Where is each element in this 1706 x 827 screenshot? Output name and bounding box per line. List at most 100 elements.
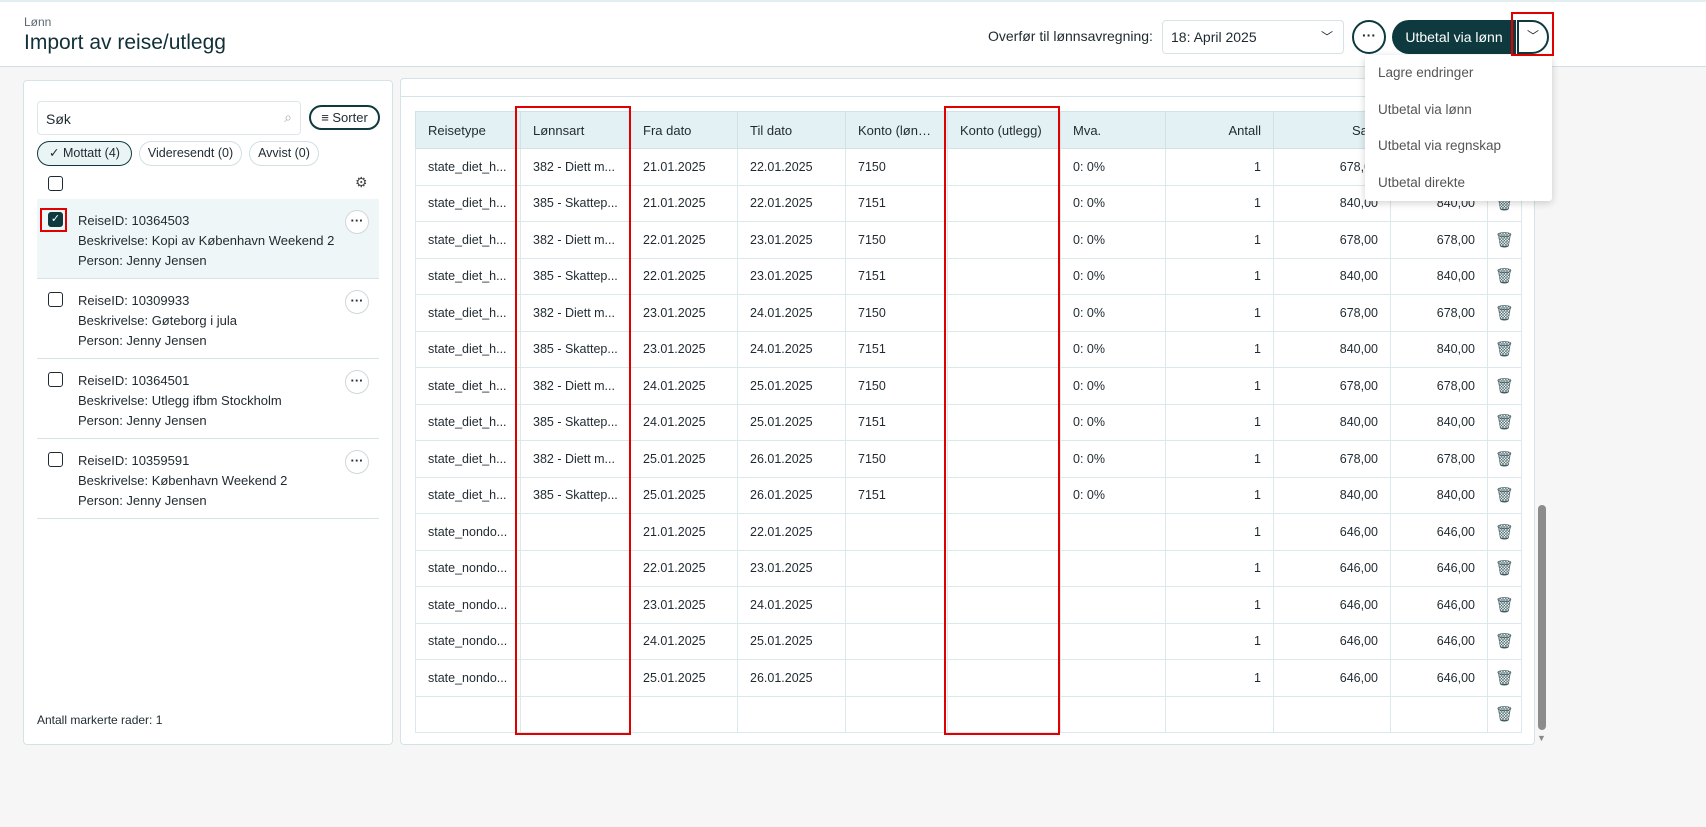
table-cell[interactable]: 23.01.2025 — [630, 294, 738, 332]
table-cell[interactable]: 840,00 — [1390, 330, 1488, 368]
table-cell[interactable]: 840,00 — [1273, 330, 1391, 368]
table-cell[interactable]: 1 — [1165, 586, 1274, 624]
table-cell[interactable] — [845, 513, 948, 551]
table-cell[interactable] — [1273, 695, 1391, 733]
table-cell[interactable]: 1 — [1165, 221, 1274, 259]
table-cell[interactable]: 26.01.2025 — [737, 476, 846, 514]
table-row[interactable]: state_nondo... 21.01.2025 22.01.2025 1 646,0… — [415, 513, 1522, 551]
table-cell[interactable]: 840,00 — [1390, 403, 1488, 441]
table-cell[interactable]: 1 — [1165, 257, 1274, 295]
table-cell[interactable]: state_nondo... — [415, 513, 521, 551]
table-cell[interactable]: 22.01.2025 — [737, 184, 846, 222]
table-cell[interactable]: 26.01.2025 — [737, 659, 846, 697]
table-cell[interactable]: 382 - Diett m... — [520, 367, 631, 405]
trash-icon[interactable]: 🗑 — [1487, 294, 1522, 332]
table-cell[interactable]: 25.01.2025 — [630, 476, 738, 514]
table-cell[interactable] — [947, 148, 1061, 186]
table-cell[interactable]: 646,00 — [1390, 586, 1488, 624]
table-cell[interactable] — [947, 513, 1061, 551]
list-item[interactable]: ✓ ReiseID: 10364503 Beskrivelse: Kopi av … — [37, 199, 379, 279]
table-cell[interactable]: state_diet_h... — [415, 476, 521, 514]
column-header[interactable]: Reisetype — [415, 111, 521, 149]
table-cell[interactable]: state_diet_h... — [415, 221, 521, 259]
table-cell[interactable]: 1 — [1165, 184, 1274, 222]
table-cell[interactable] — [1390, 695, 1488, 733]
table-cell[interactable] — [845, 695, 948, 733]
table-cell[interactable]: state_diet_h... — [415, 403, 521, 441]
table-cell[interactable]: 25.01.2025 — [737, 403, 846, 441]
table-cell[interactable]: 840,00 — [1273, 257, 1391, 295]
table-cell[interactable]: 0: 0% — [1060, 184, 1166, 222]
table-cell[interactable]: 7150 — [845, 440, 948, 478]
table-cell[interactable]: 23.01.2025 — [737, 549, 846, 587]
table-cell[interactable] — [947, 476, 1061, 514]
table-cell[interactable]: 646,00 — [1273, 549, 1391, 587]
item-more-button[interactable]: ··· — [345, 290, 369, 314]
trash-icon[interactable]: 🗑 — [1487, 549, 1522, 587]
trash-icon[interactable]: 🗑 — [1487, 257, 1522, 295]
table-cell[interactable]: state_nondo... — [415, 659, 521, 697]
table-cell[interactable]: 678,00 — [1390, 440, 1488, 478]
table-cell[interactable]: 385 - Skattep... — [520, 476, 631, 514]
table-row[interactable]: state_diet_h... 382 - Diett m... 24.01.202… — [415, 367, 1522, 405]
trash-icon[interactable]: 🗑 — [1487, 221, 1522, 259]
menu-item[interactable]: Utbetal direkte — [1365, 165, 1552, 202]
table-cell[interactable] — [520, 695, 631, 733]
table-cell[interactable] — [1165, 695, 1274, 733]
list-item[interactable]: ReiseID: 10364501 Beskrivelse: Utlegg ifb… — [37, 359, 379, 439]
split-dropdown-toggle[interactable]: ﹀ — [1517, 20, 1549, 54]
table-cell[interactable]: 382 - Diett m... — [520, 440, 631, 478]
table-cell[interactable]: 382 - Diett m... — [520, 294, 631, 332]
table-cell[interactable]: 23.01.2025 — [737, 257, 846, 295]
row-checkbox[interactable] — [48, 292, 63, 307]
table-cell[interactable]: 646,00 — [1273, 622, 1391, 660]
column-header[interactable]: Fra dato — [630, 111, 738, 149]
filter-rejected[interactable]: Avvist (0) — [249, 141, 319, 166]
table-row[interactable]: state_diet_h... 382 - Diett m... 25.01.202… — [415, 440, 1522, 478]
item-more-button[interactable]: ··· — [345, 450, 369, 474]
table-cell[interactable]: 7151 — [845, 257, 948, 295]
table-cell[interactable]: 1 — [1165, 440, 1274, 478]
trash-icon[interactable]: 🗑 — [1487, 513, 1522, 551]
column-header[interactable]: Antall — [1165, 111, 1274, 149]
table-cell[interactable]: 1 — [1165, 476, 1274, 514]
table-cell[interactable]: state_diet_h... — [415, 367, 521, 405]
table-cell[interactable]: 7150 — [845, 294, 948, 332]
table-cell[interactable]: 646,00 — [1273, 586, 1391, 624]
table-cell[interactable]: 24.01.2025 — [737, 586, 846, 624]
table-cell[interactable]: 22.01.2025 — [737, 148, 846, 186]
table-row[interactable]: state_diet_h... 385 - Skattep... 24.01.202… — [415, 403, 1522, 441]
table-row[interactable]: state_diet_h... 385 - Skattep... 25.01.202… — [415, 476, 1522, 514]
table-cell[interactable]: 22.01.2025 — [630, 549, 738, 587]
menu-item[interactable]: Utbetal via lønn — [1365, 92, 1552, 129]
table-cell[interactable]: 1 — [1165, 659, 1274, 697]
table-cell[interactable]: 0: 0% — [1060, 403, 1166, 441]
table-cell[interactable]: 646,00 — [1273, 659, 1391, 697]
table-row[interactable]: state_nondo... 23.01.2025 24.01.2025 1 646,0… — [415, 586, 1522, 624]
table-cell[interactable] — [1060, 695, 1166, 733]
column-header[interactable]: Lønnsart — [520, 111, 631, 149]
column-header[interactable]: Til dato — [737, 111, 846, 149]
table-cell[interactable] — [737, 695, 846, 733]
table-cell[interactable]: state_diet_h... — [415, 148, 521, 186]
breadcrumb[interactable]: Lønn — [24, 15, 51, 29]
table-cell[interactable]: 24.01.2025 — [737, 294, 846, 332]
table-cell[interactable]: 678,00 — [1273, 221, 1391, 259]
table-cell[interactable] — [947, 549, 1061, 587]
table-cell[interactable]: 678,00 — [1273, 367, 1391, 405]
table-cell[interactable]: 840,00 — [1273, 476, 1391, 514]
table-cell[interactable] — [947, 440, 1061, 478]
list-item[interactable]: ReiseID: 10359591 Beskrivelse: København … — [37, 439, 379, 519]
table-cell[interactable]: 0: 0% — [1060, 440, 1166, 478]
table-row[interactable]: state_diet_h... 382 - Diett m... 23.01.202… — [415, 294, 1522, 332]
table-row[interactable]: state_diet_h... 385 - Skattep... 21.01.202… — [415, 184, 1522, 222]
table-cell[interactable] — [415, 695, 521, 733]
scrollbar[interactable] — [1538, 505, 1546, 730]
table-cell[interactable] — [1060, 622, 1166, 660]
gear-icon[interactable]: ⚙ — [355, 174, 368, 191]
trash-icon[interactable]: 🗑 — [1487, 586, 1522, 624]
table-cell[interactable]: state_diet_h... — [415, 257, 521, 295]
table-cell[interactable]: 678,00 — [1390, 221, 1488, 259]
table-cell[interactable]: 23.01.2025 — [737, 221, 846, 259]
table-cell[interactable]: 7151 — [845, 330, 948, 368]
